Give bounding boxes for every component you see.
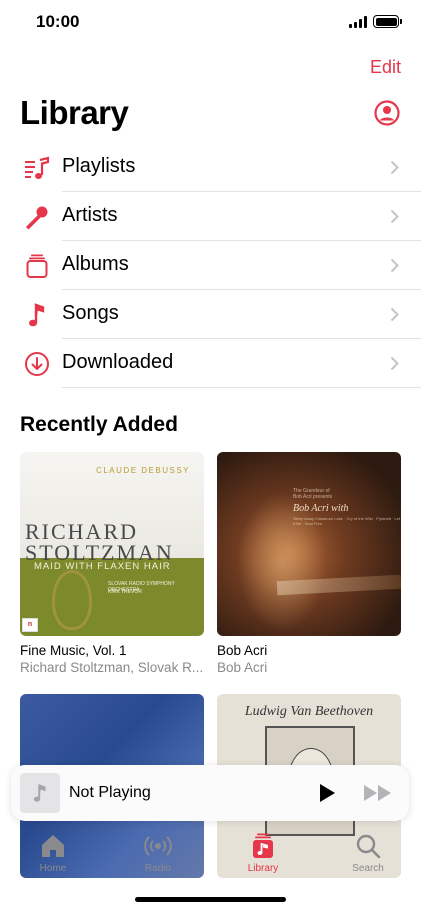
- tab-library[interactable]: Library: [223, 832, 303, 874]
- download-circle-icon: [25, 352, 49, 376]
- mini-player-artwork: [20, 773, 60, 813]
- menu-item-label: Artists: [62, 204, 118, 226]
- cellular-signal-icon: [349, 15, 367, 28]
- tab-label: Home: [39, 863, 67, 874]
- library-menu: Playlists Artists Albums Songs Downloade…: [0, 143, 421, 388]
- tab-items: Home Radio Library Search: [0, 832, 421, 882]
- home-indicator[interactable]: [135, 897, 286, 902]
- chevron-right-icon: [390, 258, 399, 273]
- library-icon: [253, 833, 273, 858]
- status-bar: 10:00: [0, 0, 421, 46]
- chevron-right-icon: [390, 160, 399, 175]
- album-art: CLAUDE DEBUSSY RICHARD STOLTZMAN MAID WI…: [20, 452, 204, 636]
- record-label-logo: n: [22, 618, 38, 632]
- music-note-icon: [33, 783, 46, 802]
- music-note-icon: [29, 303, 45, 327]
- album-card[interactable]: The Grandeur of Bob Acri presents Bob Ac…: [217, 452, 401, 675]
- recently-added-title: Recently Added: [20, 413, 178, 436]
- play-icon[interactable]: [317, 783, 337, 803]
- menu-item-songs[interactable]: Songs: [0, 290, 421, 339]
- menu-item-label: Playlists: [62, 155, 136, 177]
- page-title: Library: [20, 94, 129, 131]
- battery-icon: [373, 15, 402, 28]
- album-title: Fine Music, Vol. 1: [20, 643, 127, 658]
- chevron-right-icon: [390, 209, 399, 224]
- tab-label: Radio: [144, 863, 172, 874]
- radio-icon: [144, 836, 172, 856]
- menu-item-label: Songs: [62, 302, 119, 324]
- tab-label: Search: [352, 863, 384, 874]
- album-art: The Grandeur of Bob Acri presents Bob Ac…: [217, 452, 401, 636]
- album-artist: Bob Acri: [217, 660, 268, 675]
- album-card[interactable]: CLAUDE DEBUSSY RICHARD STOLTZMAN MAID WI…: [20, 452, 204, 675]
- status-icons: [349, 15, 402, 28]
- menu-item-downloaded[interactable]: Downloaded: [0, 339, 421, 388]
- playlist-icon: [25, 156, 50, 179]
- menu-item-label: Albums: [62, 253, 129, 275]
- tab-home[interactable]: Home: [13, 832, 93, 874]
- chevron-right-icon: [390, 356, 399, 371]
- mini-player-title: Not Playing: [69, 784, 151, 801]
- menu-item-playlists[interactable]: Playlists: [0, 143, 421, 192]
- album-stack-icon: [26, 254, 48, 278]
- menu-item-label: Downloaded: [62, 351, 174, 373]
- search-icon: [356, 834, 381, 859]
- home-icon: [42, 835, 64, 857]
- account-icon[interactable]: [374, 100, 400, 126]
- tab-radio[interactable]: Radio: [118, 832, 198, 874]
- album-artist: Richard Stoltzman, Slovak R...: [20, 660, 204, 675]
- album-title: Bob Acri: [217, 643, 268, 658]
- chevron-right-icon: [390, 307, 399, 322]
- divider: [62, 387, 421, 388]
- mini-player[interactable]: Not Playing: [11, 765, 409, 821]
- menu-item-albums[interactable]: Albums: [0, 241, 421, 290]
- tab-search[interactable]: Search: [328, 832, 408, 874]
- fast-forward-icon[interactable]: [363, 784, 393, 802]
- tab-label: Library: [247, 863, 279, 874]
- menu-item-artists[interactable]: Artists: [0, 192, 421, 241]
- status-time: 10:00: [36, 12, 80, 31]
- microphone-icon: [25, 206, 48, 230]
- edit-button[interactable]: Edit: [370, 57, 401, 78]
